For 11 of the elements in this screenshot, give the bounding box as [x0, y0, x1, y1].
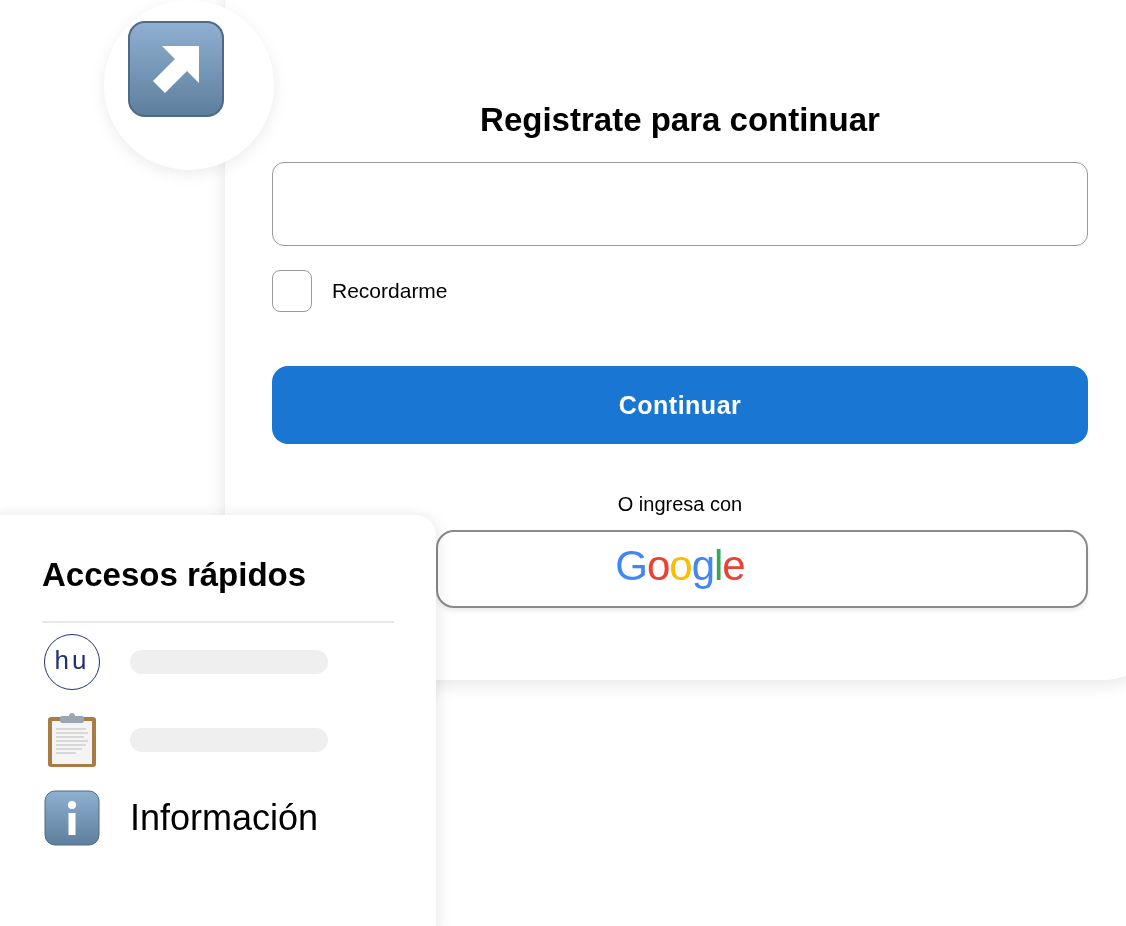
quick-access-title: Accesos rápidos: [42, 555, 308, 595]
info-icon[interactable]: [44, 790, 100, 846]
login-title: Registrate para continuar: [479, 100, 881, 140]
clipboard-icon[interactable]: [47, 712, 97, 768]
google-button[interactable]: Google: [436, 530, 1088, 608]
remember-label: Recordarme: [332, 279, 448, 303]
input-field[interactable]: [272, 162, 1088, 246]
continue-button[interactable]: Continuar: [272, 366, 1088, 444]
divider-text: O ingresa con: [616, 492, 744, 516]
quick-access-label[interactable]: Información: [130, 797, 319, 839]
remember-checkbox[interactable]: [272, 270, 312, 312]
